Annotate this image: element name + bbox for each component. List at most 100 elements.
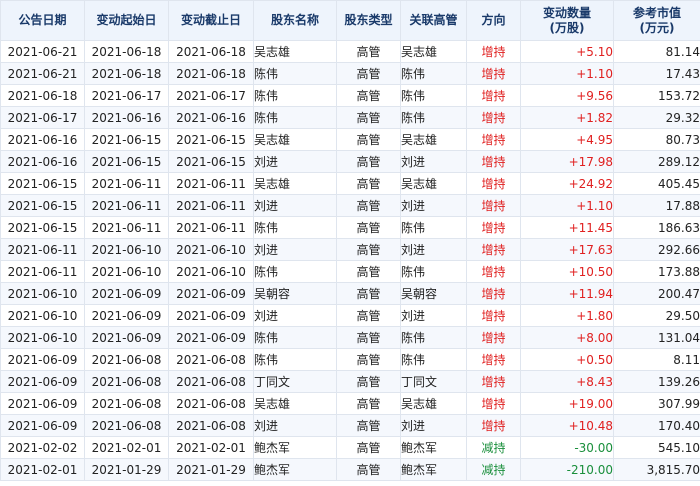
table-row[interactable]: 2021-06-11 2021-06-10 2021-06-10 刘进 高管 刘进 增持 +1…: [0, 238, 700, 261]
table-row[interactable]: 2021-06-10 2021-06-09 2021-06-09 吴朝容 高管 吴朝容 增持…: [0, 282, 700, 305]
holder-name-cell: 刘进: [253, 150, 337, 173]
header-start-date[interactable]: 变动起始日: [84, 0, 169, 41]
start-date-cell: 2021-06-08: [84, 414, 169, 437]
direction-cell: 增持: [466, 172, 521, 195]
header-holder-name[interactable]: 股东名称: [253, 0, 337, 41]
start-date-cell: 2021-06-17: [84, 84, 169, 107]
holder-type-cell: 高管: [336, 458, 401, 481]
announce-date-cell: 2021-06-18: [0, 84, 85, 107]
table-row[interactable]: 2021-06-10 2021-06-09 2021-06-09 陈伟 高管 陈伟 增持 +8…: [0, 326, 700, 349]
market-value-cell: 545.10: [613, 436, 700, 459]
direction-cell: 增持: [466, 414, 521, 437]
end-date-cell: 2021-06-10: [168, 260, 254, 283]
table-row[interactable]: 2021-06-09 2021-06-08 2021-06-08 吴志雄 高管 吴志雄 增持…: [0, 392, 700, 415]
table-row[interactable]: 2021-06-15 2021-06-11 2021-06-11 刘进 高管 刘进 增持 +1…: [0, 194, 700, 217]
market-value-cell: 289.12: [613, 150, 700, 173]
change-qty-cell: +8.43: [520, 370, 614, 393]
holder-type-cell: 高管: [336, 414, 401, 437]
announce-date-cell: 2021-06-10: [0, 282, 85, 305]
holder-name-cell: 吴志雄: [253, 40, 337, 63]
change-qty-cell: -30.00: [520, 436, 614, 459]
market-value-cell: 173.88: [613, 260, 700, 283]
direction-cell: 增持: [466, 304, 521, 327]
table-row[interactable]: 2021-06-17 2021-06-16 2021-06-16 陈伟 高管 陈伟 增持 +1…: [0, 106, 700, 129]
announce-date-cell: 2021-06-15: [0, 216, 85, 239]
announce-date-cell: 2021-06-16: [0, 128, 85, 151]
holder-type-cell: 高管: [336, 436, 401, 459]
announce-date-cell: 2021-06-17: [0, 106, 85, 129]
table-row[interactable]: 2021-06-21 2021-06-18 2021-06-18 吴志雄 高管 吴志雄 增持…: [0, 40, 700, 63]
direction-cell: 增持: [466, 348, 521, 371]
announce-date-cell: 2021-06-10: [0, 326, 85, 349]
table-row[interactable]: 2021-06-11 2021-06-10 2021-06-10 陈伟 高管 陈伟 增持 +1…: [0, 260, 700, 283]
announce-date-cell: 2021-06-10: [0, 304, 85, 327]
table-row[interactable]: 2021-06-15 2021-06-11 2021-06-11 吴志雄 高管 吴志雄 增持…: [0, 172, 700, 195]
holder-name-cell: 陈伟: [253, 260, 337, 283]
related-exec-cell: 陈伟: [400, 326, 467, 349]
header-change-qty-title: 变动数量: [542, 5, 591, 20]
related-exec-cell: 刘进: [400, 304, 467, 327]
market-value-cell: 131.04: [613, 326, 700, 349]
holder-type-cell: 高管: [336, 326, 401, 349]
direction-cell: 增持: [466, 238, 521, 261]
change-qty-cell: +17.63: [520, 238, 614, 261]
holder-type-cell: 高管: [336, 216, 401, 239]
start-date-cell: 2021-06-09: [84, 326, 169, 349]
table-row[interactable]: 2021-06-18 2021-06-17 2021-06-17 陈伟 高管 陈伟 增持 +9…: [0, 84, 700, 107]
announce-date-cell: 2021-06-11: [0, 238, 85, 261]
holder-name-cell: 吴志雄: [253, 172, 337, 195]
announce-date-cell: 2021-06-09: [0, 370, 85, 393]
change-qty-cell: +10.50: [520, 260, 614, 283]
table-row[interactable]: 2021-06-09 2021-06-08 2021-06-08 刘进 高管 刘进 增持 +1…: [0, 414, 700, 437]
change-qty-cell: +8.00: [520, 326, 614, 349]
start-date-cell: 2021-06-10: [84, 238, 169, 261]
direction-cell: 减持: [466, 436, 521, 459]
table-row[interactable]: 2021-06-09 2021-06-08 2021-06-08 丁同文 高管 丁同文 增持…: [0, 370, 700, 393]
start-date-cell: 2021-06-15: [84, 150, 169, 173]
end-date-cell: 2021-06-09: [168, 326, 254, 349]
start-date-cell: 2021-06-08: [84, 392, 169, 415]
change-qty-cell: +0.50: [520, 348, 614, 371]
holder-name-cell: 刘进: [253, 238, 337, 261]
table-row[interactable]: 2021-02-01 2021-01-29 2021-01-29 鲍杰军 高管 鲍杰军 减持…: [0, 458, 700, 481]
header-direction[interactable]: 方向: [466, 0, 521, 41]
table-row[interactable]: 2021-06-09 2021-06-08 2021-06-08 陈伟 高管 陈伟 增持 +0…: [0, 348, 700, 371]
end-date-cell: 2021-06-08: [168, 348, 254, 371]
holder-type-cell: 高管: [336, 282, 401, 305]
related-exec-cell: 吴志雄: [400, 128, 467, 151]
related-exec-cell: 陈伟: [400, 216, 467, 239]
header-related-exec[interactable]: 关联高管: [400, 0, 467, 41]
table-row[interactable]: 2021-06-16 2021-06-15 2021-06-15 吴志雄 高管 吴志雄 增持…: [0, 128, 700, 151]
market-value-cell: 170.40: [613, 414, 700, 437]
market-value-cell: 80.73: [613, 128, 700, 151]
direction-cell: 增持: [466, 128, 521, 151]
end-date-cell: 2021-06-18: [168, 62, 254, 85]
table-row[interactable]: 2021-06-21 2021-06-18 2021-06-18 陈伟 高管 陈伟 增持 +1…: [0, 62, 700, 85]
table-row[interactable]: 2021-06-10 2021-06-09 2021-06-09 刘进 高管 刘进 增持 +1…: [0, 304, 700, 327]
related-exec-cell: 吴志雄: [400, 392, 467, 415]
header-change-qty[interactable]: 变动数量 (万股): [520, 0, 614, 41]
start-date-cell: 2021-06-08: [84, 348, 169, 371]
direction-cell: 增持: [466, 40, 521, 63]
change-qty-cell: +24.92: [520, 172, 614, 195]
end-date-cell: 2021-06-10: [168, 238, 254, 261]
table-row[interactable]: 2021-06-15 2021-06-11 2021-06-11 陈伟 高管 陈伟 增持 +1…: [0, 216, 700, 239]
table-row[interactable]: 2021-02-02 2021-02-01 2021-02-01 鲍杰军 高管 鲍杰军 减持…: [0, 436, 700, 459]
market-value-cell: 81.14: [613, 40, 700, 63]
header-end-date[interactable]: 变动截止日: [168, 0, 254, 41]
holder-type-cell: 高管: [336, 348, 401, 371]
related-exec-cell: 陈伟: [400, 106, 467, 129]
change-qty-cell: +1.80: [520, 304, 614, 327]
announce-date-cell: 2021-06-21: [0, 62, 85, 85]
header-market-value[interactable]: 参考市值 (万元): [613, 0, 700, 41]
change-qty-cell: +5.10: [520, 40, 614, 63]
header-announce-date[interactable]: 公告日期: [0, 0, 85, 41]
header-holder-type[interactable]: 股东类型: [336, 0, 401, 41]
market-value-cell: 17.88: [613, 194, 700, 217]
header-market-value-unit: (万元): [639, 20, 675, 35]
market-value-cell: 307.99: [613, 392, 700, 415]
market-value-cell: 200.47: [613, 282, 700, 305]
table-row[interactable]: 2021-06-16 2021-06-15 2021-06-15 刘进 高管 刘进 增持 +1…: [0, 150, 700, 173]
market-value-cell: 186.63: [613, 216, 700, 239]
end-date-cell: 2021-06-15: [168, 150, 254, 173]
